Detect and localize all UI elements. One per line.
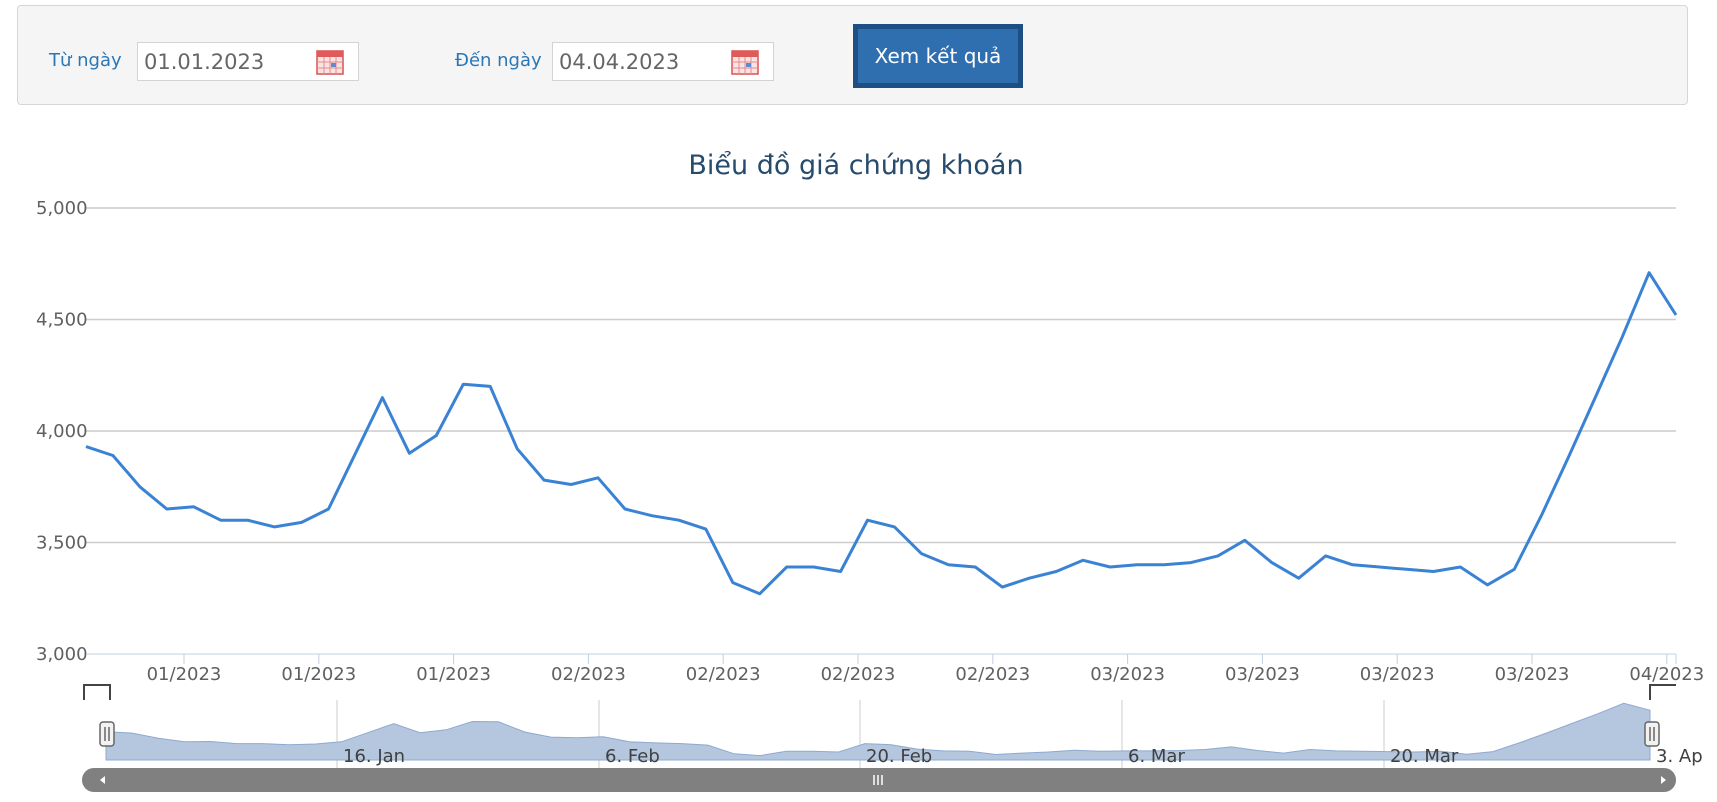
chart-title: Biểu đồ giá chứng khoán [688, 150, 1023, 181]
navigator-label: 6. Mar [1128, 746, 1185, 767]
from-date-field[interactable] [137, 42, 359, 81]
handle-icon[interactable] [1644, 721, 1660, 747]
x-tick-label: 01/2023 [147, 664, 222, 685]
grid-lines [86, 207, 1676, 544]
scrollbar[interactable] [82, 768, 1676, 792]
navigator[interactable]: 16. Jan 6. Feb 20. Feb 6. Mar 20. Mar 3. Ap [83, 684, 1703, 768]
to-date-field[interactable] [552, 42, 774, 81]
navigator-label: 20. Mar [1390, 746, 1459, 767]
view-results-button-label[interactable]: Xem kết quả [858, 29, 1018, 83]
navigator-label: 3. Ap [1656, 746, 1703, 767]
x-tick-label: 04/2023 [1629, 664, 1704, 685]
navigator-outline-right [1649, 684, 1676, 700]
x-tick-label: 02/2023 [551, 664, 626, 685]
x-tick-label: 02/2023 [821, 664, 896, 685]
x-axis-ticks [183, 654, 1677, 664]
arrow-left-icon[interactable] [82, 768, 106, 792]
view-results-button[interactable]: Xem kết quả [853, 24, 1023, 88]
to-date-input[interactable] [559, 49, 719, 75]
y-tick-label: 3,000 [36, 644, 88, 665]
y-axis-labels: 3,000 3,500 4,000 4,500 5,000 [36, 198, 88, 665]
navigator-label: 20. Feb [866, 746, 932, 767]
navigator-outline-left [83, 684, 111, 700]
to-date-label: Đến ngày [455, 50, 542, 71]
arrow-right-icon[interactable] [1652, 768, 1676, 792]
navigator-label: 6. Feb [605, 746, 660, 767]
x-tick-label: 02/2023 [955, 664, 1030, 685]
x-axis-labels: 01/2023 01/2023 01/2023 02/2023 02/2023 02/20… [147, 664, 1705, 685]
x-tick-label: 03/2023 [1360, 664, 1435, 685]
y-tick-label: 3,500 [36, 533, 88, 554]
x-tick-label: 03/2023 [1495, 664, 1570, 685]
x-tick-label: 01/2023 [416, 664, 491, 685]
handle-icon[interactable] [99, 721, 115, 747]
scrollbar-thumb[interactable] [106, 768, 1652, 792]
series-line [85, 271, 1678, 596]
y-tick-label: 4,500 [36, 310, 88, 331]
stock-price-chart: Biểu đồ giá chứng khoán 3,000 3,500 4,000 4… [36, 150, 1705, 792]
calendar-icon[interactable] [731, 49, 759, 75]
from-date-input[interactable] [144, 49, 304, 75]
from-date-label: Từ ngày [49, 50, 122, 71]
x-tick-label: 02/2023 [686, 664, 761, 685]
x-tick-label: 01/2023 [281, 664, 356, 685]
y-tick-label: 4,000 [36, 421, 88, 442]
x-tick-label: 03/2023 [1090, 664, 1165, 685]
y-tick-label: 5,000 [36, 198, 88, 219]
navigator-label: 16. Jan [343, 746, 405, 767]
date-filter-bar: Từ ngày Đến ngày Xem kết quả [17, 5, 1688, 105]
calendar-icon[interactable] [316, 49, 344, 75]
x-tick-label: 03/2023 [1225, 664, 1300, 685]
